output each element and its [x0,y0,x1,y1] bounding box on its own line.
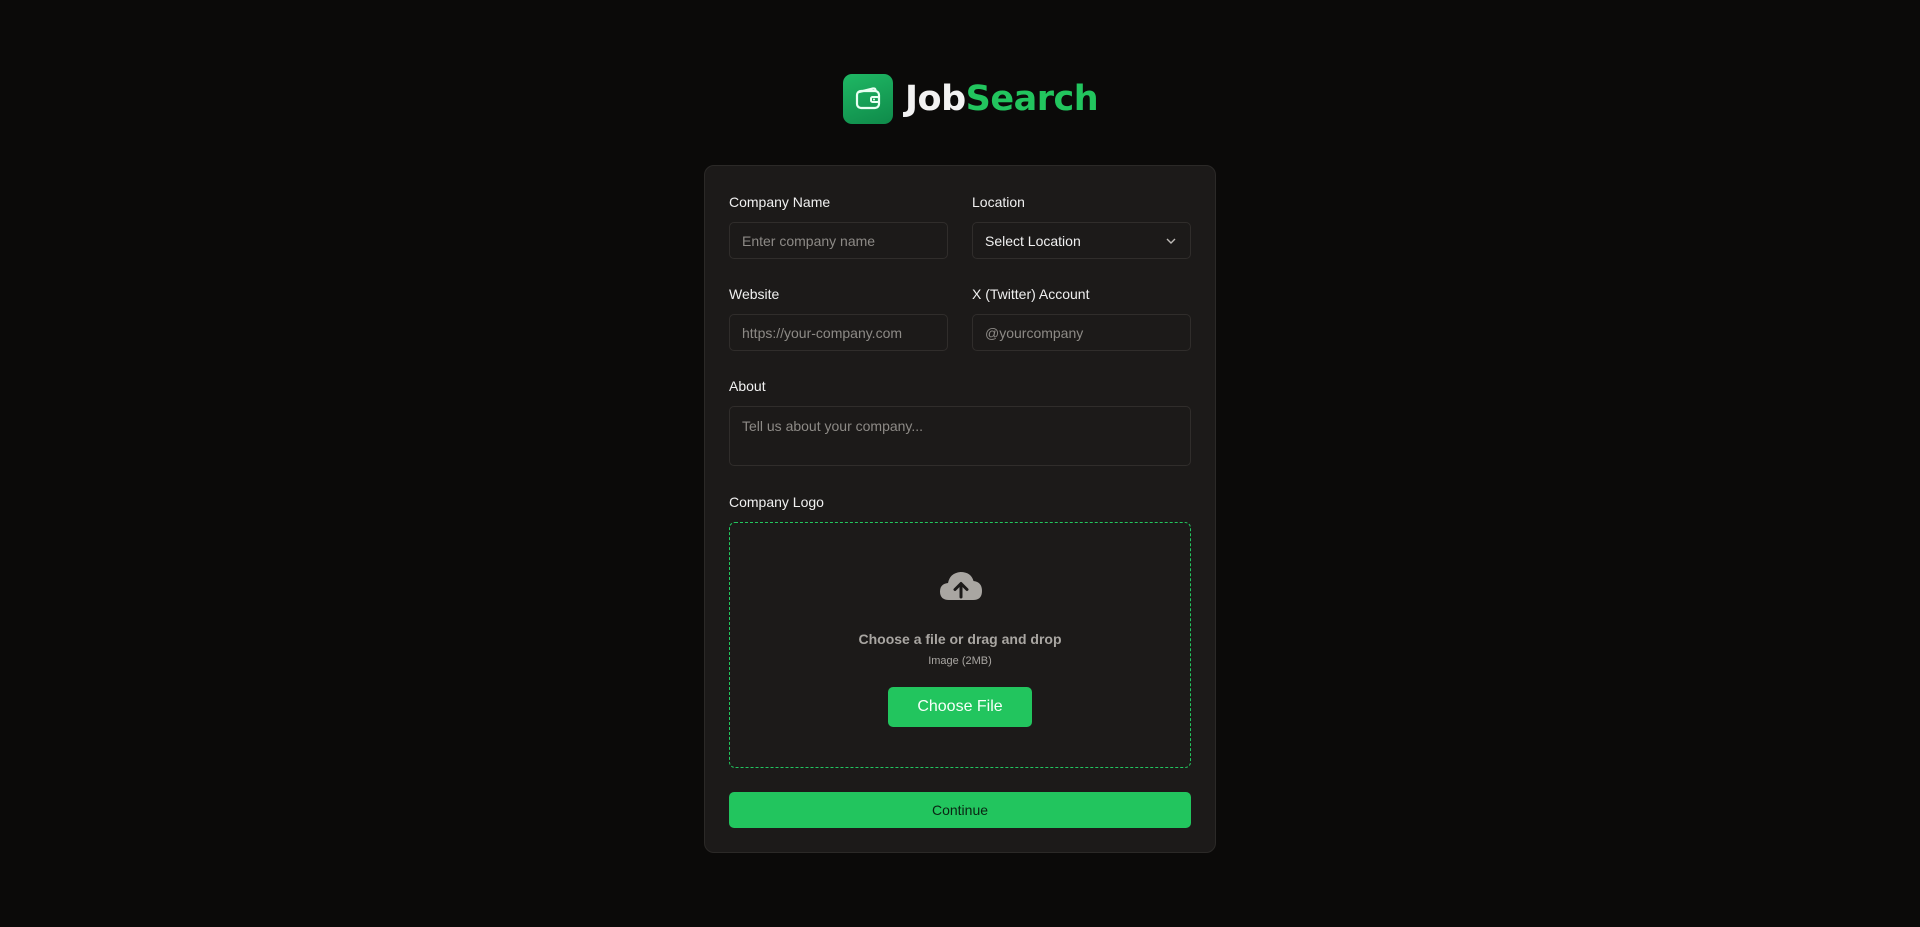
location-label: Location [972,194,1025,210]
website-label: Website [729,286,780,302]
company-form-card: Company Name Enter company name Location… [704,165,1216,853]
website-input[interactable]: https://your-company.com [729,314,948,351]
chevron-down-icon [1166,238,1176,244]
about-placeholder: Tell us about your company... [742,418,924,434]
location-select-value: Select Location [985,232,1081,249]
website-placeholder: https://your-company.com [742,324,903,341]
upload-title: Choose a file or drag and drop [858,631,1062,647]
about-label: About [729,378,766,394]
about-textarea[interactable]: Tell us about your company... [729,406,1191,466]
continue-button[interactable]: Continue [729,792,1191,828]
logo-dropzone[interactable]: Choose a file or drag and drop Image (2M… [729,522,1191,768]
brand-name: JobSearch [905,79,1099,119]
company-logo-label: Company Logo [729,494,824,510]
company-name-placeholder: Enter company name [742,232,876,249]
page: JobSearch Company Name Enter company nam… [0,0,1920,927]
brand-name-part2: Search [965,79,1099,119]
location-select[interactable]: Select Location [972,222,1191,259]
upload-subtitle: Image (2MB) [928,655,992,667]
twitter-input[interactable]: @yourcompany [972,314,1191,351]
brand-name-part1: Job [905,79,966,119]
company-name-input[interactable]: Enter company name [729,222,948,259]
brand-logo[interactable]: JobSearch [843,74,1099,124]
cloud-upload-icon [940,572,982,600]
wallet-icon [843,74,893,124]
twitter-label: X (Twitter) Account [972,286,1090,302]
company-name-label: Company Name [729,194,831,210]
twitter-placeholder: @yourcompany [985,324,1084,341]
choose-file-button[interactable]: Choose File [888,687,1032,727]
